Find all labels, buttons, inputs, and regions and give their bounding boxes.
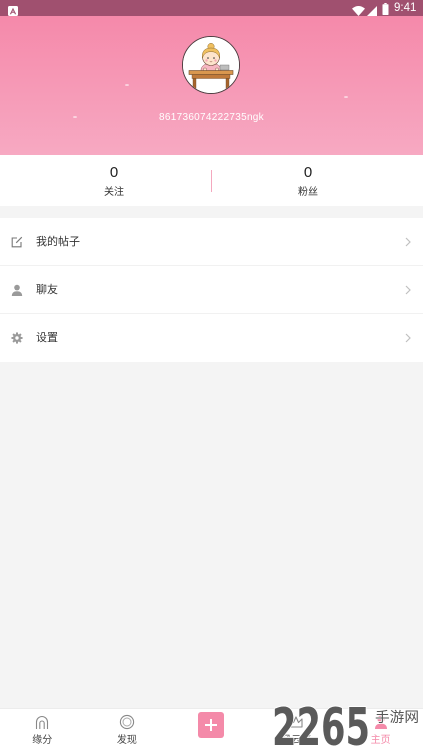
status-time: 9:41 [394,2,417,14]
match-icon [34,714,50,730]
stat-fans[interactable]: 0 粉丝 [248,155,368,206]
header-sparkle [125,84,129,86]
tab-label: 风云榜 [281,735,312,746]
tab-label: 主页 [370,735,391,746]
following-label: 关注 [104,187,124,198]
edit-icon [11,236,23,248]
discover-icon [119,714,135,730]
menu-item-chat-friends[interactable]: 聊友 [0,266,423,314]
chevron-right-icon [405,285,411,295]
menu-item-my-posts[interactable]: 我的帖子 [0,218,423,266]
tab-match[interactable]: 缘分 [0,709,85,753]
app-notification-icon [8,3,18,16]
person-icon [11,284,23,296]
signal-icon [367,3,377,16]
status-bar: 9:41 [0,0,423,16]
header-sparkle [344,96,348,98]
tab-post[interactable] [169,709,254,753]
menu-item-settings[interactable]: 设置 [0,314,423,362]
chevron-right-icon [405,237,411,247]
username: 861736074222735ngk [159,112,264,123]
chevron-right-icon [405,333,411,343]
profile-icon [373,714,389,730]
battery-icon [382,2,389,15]
bottom-tab-bar: 缘分 发现 风云榜 主页 [0,708,423,753]
fans-label: 粉丝 [298,187,318,198]
avatar-girl-at-desk-icon [183,37,239,93]
profile-menu: 我的帖子 聊友 设置 [0,218,423,362]
tab-profile[interactable]: 主页 [338,709,423,753]
stats-divider [211,170,212,192]
menu-item-label: 聊友 [36,284,58,296]
stats-bar: 0 关注 0 粉丝 [0,155,423,206]
fans-count: 0 [303,164,313,181]
menu-item-label: 设置 [36,332,58,344]
wifi-icon [352,3,365,16]
gear-icon [11,332,23,344]
tab-ranking[interactable]: 风云榜 [254,709,339,753]
plus-icon[interactable] [198,712,225,738]
stat-following[interactable]: 0 关注 [54,155,174,206]
tab-discover[interactable]: 发现 [85,709,170,753]
avatar[interactable] [182,36,240,94]
tab-label: 发现 [116,735,137,746]
following-count: 0 [109,164,119,181]
ranking-icon [288,714,304,730]
profile-header: 861736074222735ngk [0,16,423,155]
menu-item-label: 我的帖子 [36,236,80,248]
tab-label: 缘分 [32,735,53,746]
